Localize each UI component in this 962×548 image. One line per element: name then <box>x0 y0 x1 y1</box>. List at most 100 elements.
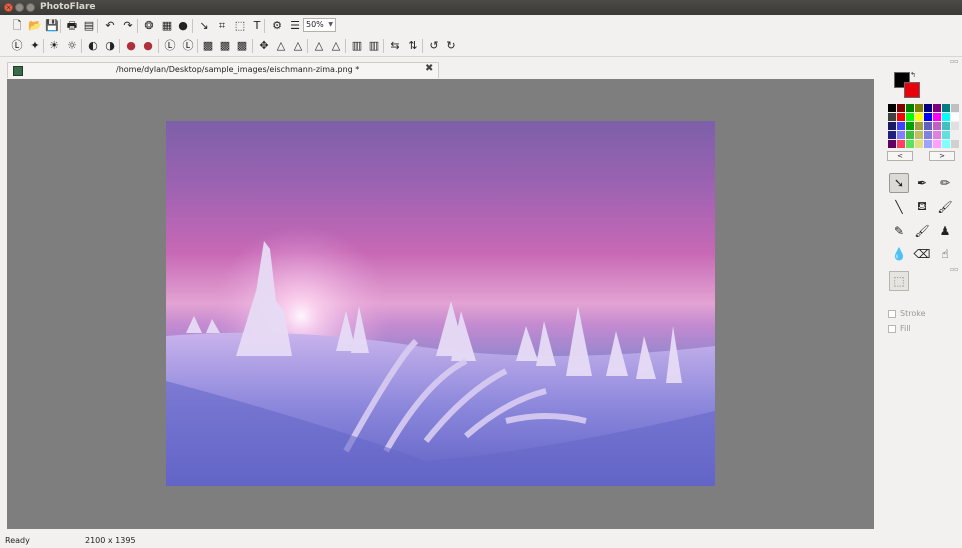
palette-swatch[interactable] <box>906 113 914 121</box>
palette-swatch[interactable] <box>924 113 932 121</box>
palette-swatch[interactable] <box>906 104 914 112</box>
line-tool-icon[interactable]: ╲ <box>889 197 909 217</box>
fill-checkbox-box[interactable] <box>888 324 896 333</box>
stamp-tool-icon[interactable]: ♟ <box>935 221 955 241</box>
close-tab-icon[interactable]: ✖ <box>425 63 433 74</box>
smudge-tool-icon[interactable]: ☝ <box>935 244 955 264</box>
stroke-checkbox[interactable]: Stroke <box>888 309 926 318</box>
palette-prev-button[interactable]: < <box>887 151 913 161</box>
palette-swatch[interactable] <box>888 140 896 148</box>
brightness-up-icon[interactable]: ☀ <box>46 38 62 54</box>
palette-swatch[interactable] <box>897 104 905 112</box>
contrast-down-icon[interactable]: ◑ <box>102 38 118 54</box>
gamma-up-icon[interactable]: Ⓛ <box>162 38 178 54</box>
flip-vertical-icon[interactable]: ⇅ <box>405 38 421 54</box>
palette-swatch[interactable] <box>951 131 959 139</box>
palette-swatch[interactable] <box>933 104 941 112</box>
palette-swatch[interactable] <box>933 122 941 130</box>
save-icon[interactable]: 💾 <box>44 18 60 34</box>
auto-contrast-icon[interactable]: ✦ <box>27 38 43 54</box>
rotate-cw-icon[interactable]: ↻ <box>443 38 459 54</box>
saturation-down-icon[interactable]: ● <box>140 38 156 54</box>
window-maximize-button[interactable] <box>26 3 35 12</box>
palette-swatch[interactable] <box>906 140 914 148</box>
pointer-tool-icon[interactable]: ↘ <box>196 18 212 34</box>
fill-checkbox[interactable]: Fill <box>888 324 911 333</box>
palette-swatch[interactable] <box>951 104 959 112</box>
pointer-tool-icon[interactable]: ➘ <box>889 173 909 193</box>
palette-swatch[interactable] <box>924 122 932 130</box>
palette-swatch[interactable] <box>942 131 950 139</box>
palette-swatch[interactable] <box>888 104 896 112</box>
palette-swatch[interactable] <box>924 140 932 148</box>
blur-drop-tool-icon[interactable]: 💧 <box>889 244 909 264</box>
spray-tool-icon[interactable]: 🖌 <box>935 197 955 217</box>
window-close-button[interactable]: ✕ <box>4 3 13 12</box>
palette-swatch[interactable] <box>906 122 914 130</box>
sharpen-icon[interactable]: △ <box>273 38 289 54</box>
move-icon[interactable]: ✥ <box>256 38 272 54</box>
swap-colors-icon[interactable]: ↰ <box>910 71 916 79</box>
mosaic-icon[interactable]: ▦ <box>159 18 175 34</box>
zoom-select[interactable]: 50% ▼ <box>303 18 336 32</box>
flip-horizontal-icon[interactable]: ⇆ <box>387 38 403 54</box>
pencil-tool-icon[interactable]: ✎ <box>889 221 909 241</box>
palette-swatch[interactable] <box>942 140 950 148</box>
document-tab[interactable]: /home/dylan/Desktop/sample_images/eischm… <box>7 62 439 78</box>
brightness-down-icon[interactable]: ☼ <box>64 38 80 54</box>
gradient-color-icon[interactable]: ▥ <box>349 38 365 54</box>
palette-swatch[interactable] <box>933 140 941 148</box>
palette-swatch[interactable] <box>915 104 923 112</box>
print-preview-icon[interactable]: ▤ <box>81 18 97 34</box>
image-canvas[interactable] <box>166 121 715 486</box>
new-file-icon[interactable]: 🗋 <box>9 18 25 34</box>
window-minimize-button[interactable] <box>15 3 24 12</box>
palette-swatch[interactable] <box>942 122 950 130</box>
palette-swatch[interactable] <box>915 140 923 148</box>
palette-next-button[interactable]: > <box>929 151 955 161</box>
eyedropper-tool-icon[interactable]: ✒ <box>912 173 932 193</box>
palette-swatch[interactable] <box>888 122 896 130</box>
gamma-down-icon[interactable]: Ⓛ <box>180 38 196 54</box>
palette-swatch[interactable] <box>915 122 923 130</box>
open-folder-icon[interactable]: 📂 <box>27 18 43 34</box>
layers-icon[interactable]: ☰ <box>287 18 303 34</box>
text-icon[interactable]: T <box>249 18 265 34</box>
contrast-up-icon[interactable]: ◐ <box>85 38 101 54</box>
palette-swatch[interactable] <box>951 113 959 121</box>
stroke-checkbox-box[interactable] <box>888 309 896 318</box>
palette-swatch[interactable] <box>933 131 941 139</box>
blur-icon[interactable]: △ <box>311 38 327 54</box>
settings-gear-icon[interactable]: ⚙ <box>269 18 285 34</box>
saturation-up-icon[interactable]: ● <box>123 38 139 54</box>
emboss-icon[interactable]: △ <box>328 38 344 54</box>
background-color-swatch[interactable] <box>904 82 920 98</box>
print-icon[interactable]: 🖶 <box>64 18 80 34</box>
palette-swatch[interactable] <box>924 131 932 139</box>
palette-swatch[interactable] <box>906 131 914 139</box>
palette-swatch[interactable] <box>897 140 905 148</box>
palette-swatch[interactable] <box>951 122 959 130</box>
magic-wand-tool-icon[interactable]: ✏ <box>935 173 955 193</box>
palette-swatch[interactable] <box>915 113 923 121</box>
redo-icon[interactable]: ↷ <box>120 18 136 34</box>
color-balance-icon[interactable]: ❂ <box>141 18 157 34</box>
paint-bucket-tool-icon[interactable]: ⛾ <box>912 197 932 217</box>
eraser-tool-icon[interactable]: ⌫ <box>912 244 932 264</box>
rgb-icon[interactable]: ● <box>175 18 191 34</box>
undo-icon[interactable]: ↶ <box>102 18 118 34</box>
palette-swatch[interactable] <box>897 122 905 130</box>
rotate-ccw-icon[interactable]: ↺ <box>426 38 442 54</box>
select-rect-tool-icon[interactable]: ⬚ <box>889 271 909 291</box>
palette-swatch[interactable] <box>915 131 923 139</box>
dock-float-icon[interactable]: ▫▫ <box>950 266 958 273</box>
brush-tool-icon[interactable]: 🖌 <box>912 221 932 241</box>
soften-icon[interactable]: △ <box>290 38 306 54</box>
auto-levels-icon[interactable]: Ⓛ <box>9 38 25 54</box>
dock-float-icon[interactable]: ▫▫ <box>950 58 958 65</box>
sepia-icon[interactable]: ▩ <box>217 38 233 54</box>
resize-icon[interactable]: ⬚ <box>232 18 248 34</box>
palette-swatch[interactable] <box>888 131 896 139</box>
crop-icon[interactable]: ⌗ <box>214 18 230 34</box>
palette-swatch[interactable] <box>924 104 932 112</box>
